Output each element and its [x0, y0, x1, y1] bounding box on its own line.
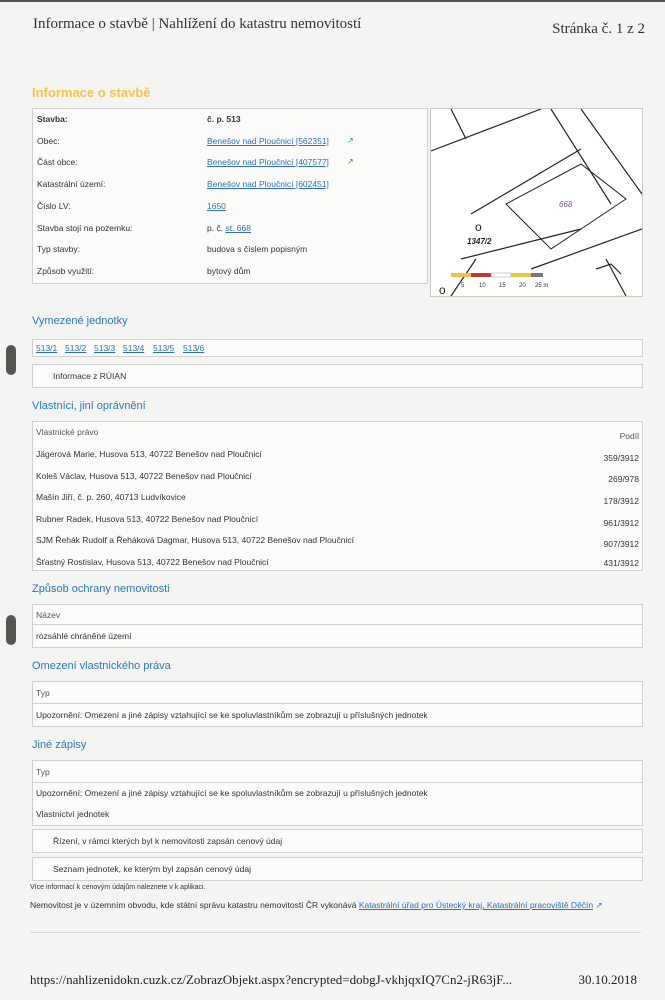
owner-name: Jägerová Marie, Husova 513, 40722 Benešo…	[36, 449, 262, 459]
row-value: č. p. 513	[207, 114, 241, 124]
owner-share: 961/3912	[603, 518, 639, 528]
row-label: Způsob využití:	[37, 266, 95, 276]
protection-row: rozsáhlé chráněné území	[32, 624, 643, 648]
map-drawing: 668 1347/2 o o 5 10 15 20 25 m	[431, 109, 642, 296]
restriction-value: Upozornění: Omezení a jiné zápisy vztahu…	[36, 710, 428, 720]
row-label: Část obce:	[37, 157, 78, 167]
owner-name: Koleš Václav, Husova 513, 40722 Benešov …	[36, 471, 252, 481]
unit-link[interactable]: 513/3	[94, 343, 115, 353]
section-heading-owners: Vlastníci, jiní oprávnění	[32, 400, 146, 412]
row-label: Stavba:	[37, 114, 68, 124]
binding-hole	[6, 345, 16, 375]
footer-date: 30.10.2018	[578, 972, 638, 987]
scale-label: 25 m	[535, 283, 548, 289]
unit-link[interactable]: 513/4	[123, 343, 144, 353]
price-proceedings-toggle[interactable]: Řízení, v rámci kterých byl k nemovitost…	[32, 829, 643, 853]
row-label: Číslo LV:	[37, 201, 71, 211]
cadastral-area-link[interactable]: Benešov nad Ploučnicí [602451]	[207, 179, 329, 189]
map-parcel-number: 1347/2	[467, 237, 492, 246]
other-value: Vlastnictví jednotek	[36, 809, 110, 819]
protection-header-row: Název	[32, 604, 643, 626]
other-rows: Upozornění: Omezení a jiné zápisy vztahu…	[32, 782, 643, 826]
lv-number-link[interactable]: 1650	[207, 201, 226, 211]
owner-name: SJM Řehák Rudolf a Řeháková Dagmar, Huso…	[36, 535, 354, 545]
other-header-row: Typ	[32, 760, 643, 784]
owner-share: 269/978	[608, 474, 639, 484]
cadastral-map[interactable]: 668 1347/2 o o 5 10 15 20 25 m	[430, 108, 643, 297]
unit-link[interactable]: 513/6	[183, 343, 204, 353]
map-parcel-label: 668	[559, 200, 573, 209]
owner-name: Rubner Radek, Husova 513, 40722 Benešov …	[36, 514, 259, 524]
svg-text:o: o	[439, 283, 446, 296]
page-number: Stránka č. 1 z 2	[552, 21, 645, 37]
restriction-row: Upozornění: Omezení a jiné zápisy vztahu…	[32, 703, 643, 727]
scale-label: 10	[479, 283, 486, 289]
binding-hole	[6, 615, 16, 645]
price-proceedings-label: Řízení, v rámci kterých byl k nemovitost…	[53, 836, 283, 846]
owner-share: 907/3912	[603, 539, 639, 549]
owner-share: 431/3912	[603, 558, 639, 568]
section-heading-protection: Způsob ochrany nemovitosti	[32, 583, 170, 595]
ruian-toggle[interactable]: Informace z RÚIAN	[32, 364, 643, 388]
owner-name: Mašín Jiří, č. p. 260, 40713 Ludvíkovice	[36, 492, 186, 502]
divider	[30, 932, 641, 933]
price-units-label: Seznam jednotek, ke kterým byl zapsán ce…	[53, 864, 251, 874]
protection-col-header: Název	[36, 610, 61, 620]
row-label: Katastrální území:	[37, 179, 106, 189]
owner-share: 178/3912	[603, 496, 639, 506]
owner-share: 359/3912	[603, 453, 639, 463]
protection-value: rozsáhlé chráněné území	[36, 631, 132, 641]
units-list: 513/1 513/2 513/3 513/4 513/5 513/6	[32, 339, 643, 357]
top-rule	[0, 0, 665, 2]
office-info: Nemovitost je v územním obvodu, kde stát…	[30, 900, 603, 910]
office-link[interactable]: Katastrální úřad pro Ústecký kraj, Katas…	[359, 900, 593, 910]
unit-link[interactable]: 513/5	[153, 343, 174, 353]
row-value: p. č. st. 668	[207, 223, 251, 233]
row-label: Obec:	[37, 136, 60, 146]
external-link-icon: ↗	[347, 136, 354, 145]
scale-label: 20	[519, 283, 526, 289]
owner-name: Šťastný Rostislav, Husova 513, 40722 Ben…	[36, 557, 269, 567]
svg-text:o: o	[475, 220, 482, 234]
owners-col-header: Vlastnické právo	[36, 427, 99, 437]
section-heading-other: Jiné zápisy	[32, 739, 87, 751]
footer-url: https://nahlizenidokn.cuzk.cz/ZobrazObje…	[30, 972, 513, 987]
municipality-link[interactable]: Benešov nad Ploučnicí [562351]	[207, 136, 329, 146]
external-link-icon: ↗	[593, 900, 603, 910]
owners-table: Vlastnické právo Podíl Jägerová Marie, H…	[32, 421, 643, 571]
other-col-header: Typ	[36, 767, 50, 777]
section-heading-units: Vymezené jednotky	[32, 315, 128, 327]
unit-link[interactable]: 513/1	[36, 343, 57, 353]
ruian-label: Informace z RÚIAN	[53, 371, 127, 381]
main-heading: Informace o stavbě	[32, 85, 151, 100]
parcel-link[interactable]: st. 668	[225, 223, 251, 233]
unit-link[interactable]: 513/2	[65, 343, 86, 353]
price-units-toggle[interactable]: Seznam jednotek, ke kterým byl zapsán ce…	[32, 857, 643, 881]
row-label: Stavba stojí na pozemku:	[37, 223, 133, 233]
row-value: bytový dům	[207, 266, 251, 276]
scale-label: 15	[499, 283, 506, 289]
scale-label: 5	[461, 283, 465, 289]
restriction-header-row: Typ	[32, 681, 643, 705]
document-header-title: Informace o stavbě | Nahlížení do katast…	[33, 16, 362, 32]
price-note: Více informací k cenovým údajům naleznet…	[30, 884, 206, 891]
municipality-part-link[interactable]: Benešov nad Ploučnicí [407577]	[207, 157, 329, 167]
map-scale-bar	[451, 272, 543, 278]
external-link-icon: ↗	[347, 157, 354, 166]
other-value: Upozornění: Omezení a jiné zápisy vztahu…	[36, 788, 428, 798]
restriction-col-header: Typ	[36, 688, 50, 698]
share-col-header: Podíl	[619, 431, 639, 441]
section-heading-restriction: Omezení vlastnického práva	[32, 660, 171, 672]
building-info-table: Stavba: č. p. 513 Obec: Benešov nad Plou…	[32, 108, 428, 284]
row-label: Typ stavby:	[37, 244, 80, 254]
row-value: budova s číslem popisným	[207, 244, 308, 254]
